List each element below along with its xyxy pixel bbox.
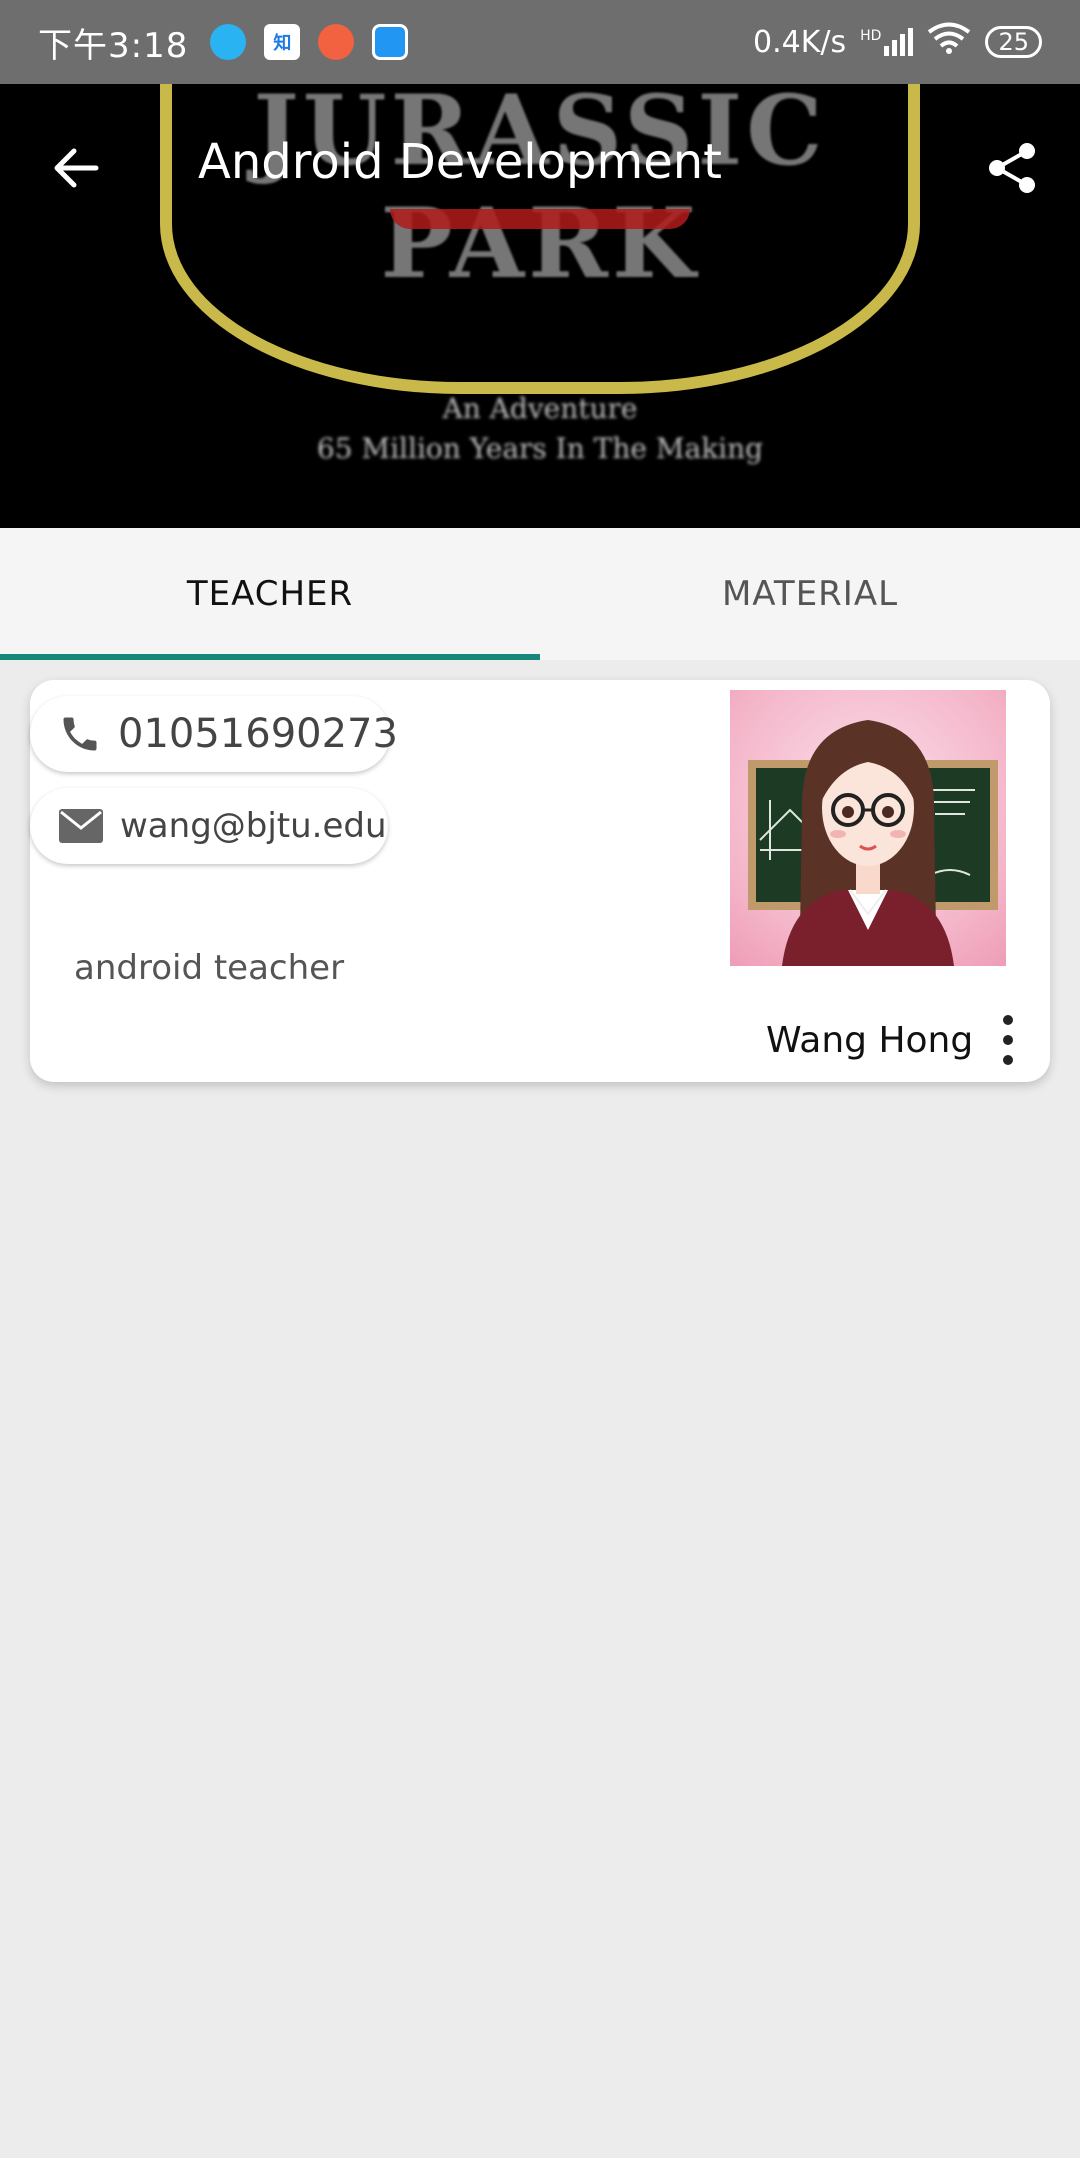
- app-notification-icon: [318, 24, 355, 60]
- phone-chip[interactable]: 01051690273: [30, 696, 398, 772]
- hd-badge: HD: [860, 28, 882, 44]
- status-bar: 下午3:18 知 0.4K/s HD 25: [0, 0, 1080, 84]
- collapsing-header: JURASSIC PARK An Adventure 65 Million Ye…: [0, 84, 1080, 528]
- email-address: wang@bjtu.edu: [120, 806, 387, 846]
- tab-teacher[interactable]: TEACHER: [0, 528, 540, 660]
- page-title: Android Development: [198, 134, 722, 190]
- share-icon: [989, 143, 1035, 193]
- status-app-icons: 知: [210, 24, 409, 60]
- poster-tagline-2: 65 Million Years In The Making: [316, 432, 764, 465]
- tab-bar: TEACHER MATERIAL: [0, 528, 1080, 660]
- tab-material[interactable]: MATERIAL: [540, 528, 1080, 660]
- share-button[interactable]: [976, 132, 1048, 204]
- teacher-description: android teacher: [74, 948, 345, 988]
- movie-poster-accent: [390, 209, 690, 229]
- email-chip[interactable]: wang@bjtu.edu: [30, 788, 388, 864]
- arrow-left-icon: [54, 148, 99, 188]
- poster-tagline-1: An Adventure: [442, 392, 638, 425]
- files-app-icon: [372, 24, 409, 60]
- teacher-name: Wang Hong: [766, 1020, 974, 1061]
- tab-indicator: [0, 654, 540, 660]
- teacher-avatar: [730, 690, 1006, 966]
- teacher-card: 01051690273 wang@bjtu.edu android teache…: [30, 680, 1050, 1082]
- envelope-icon: [58, 802, 104, 850]
- battery-indicator: 25: [985, 26, 1042, 58]
- vertical-ellipsis-icon: [1003, 1015, 1013, 1065]
- back-button[interactable]: [40, 132, 112, 204]
- phone-number: 01051690273: [118, 711, 398, 757]
- movie-poster-logo: JURASSIC PARK: [253, 84, 827, 300]
- network-speed: 0.4K/s: [753, 24, 847, 60]
- more-options-button[interactable]: [988, 1008, 1028, 1072]
- browser-app-icon: [210, 24, 247, 60]
- status-right: 0.4K/s HD 25: [753, 21, 1042, 63]
- status-time: 下午3:18: [38, 25, 189, 66]
- zhihu-app-icon: 知: [264, 24, 301, 60]
- phone-icon: [58, 710, 102, 758]
- wifi-icon: [927, 21, 971, 63]
- signal-icon: HD: [860, 28, 914, 56]
